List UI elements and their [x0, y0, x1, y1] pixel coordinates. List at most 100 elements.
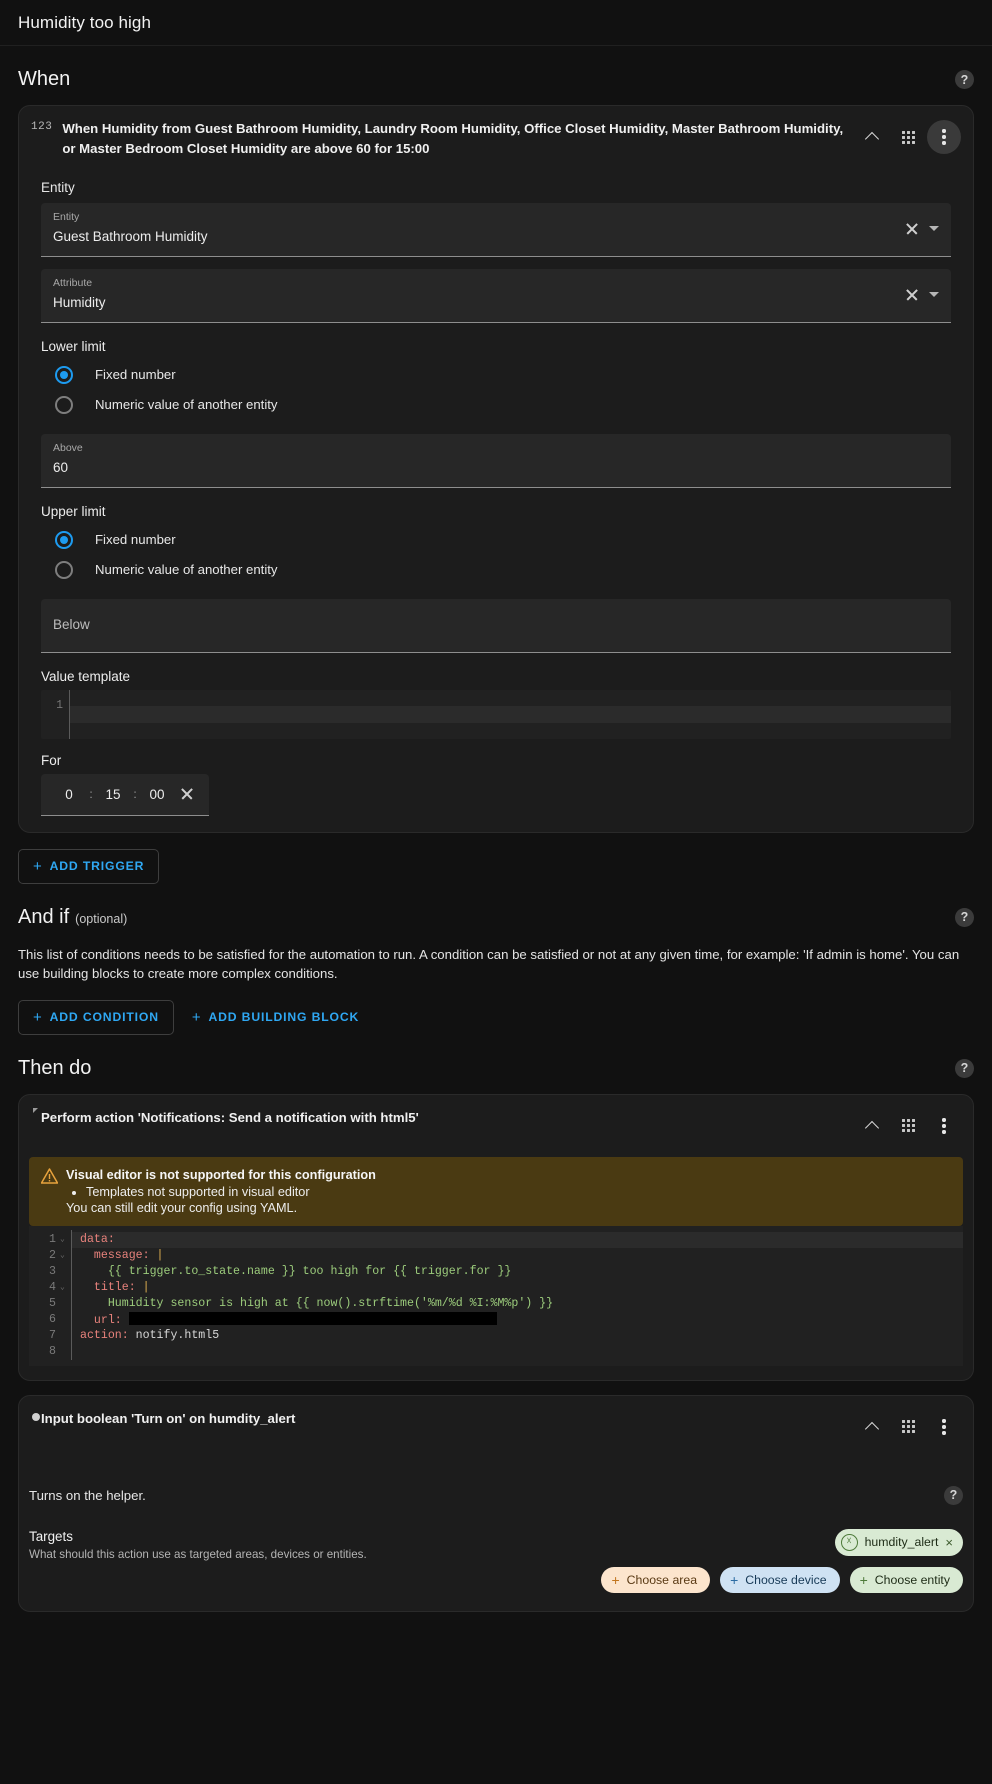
yaml-token: | — [156, 1248, 164, 1262]
for-hours[interactable]: 0 — [54, 787, 84, 802]
targets-subtitle: What should this action use as targeted … — [29, 1547, 367, 1561]
section-title-when: When — [18, 68, 71, 90]
choose-area-button[interactable]: + Choose area — [601, 1566, 711, 1593]
help-icon-andif[interactable]: ? — [955, 907, 974, 927]
action-notify-header: Perform action 'Notifications: Send a no… — [19, 1095, 973, 1153]
yaml-token: notify.html5 — [135, 1328, 220, 1342]
for-separator-1: : — [89, 787, 93, 802]
yaml-token: title: — [80, 1280, 143, 1294]
help-icon-helper[interactable]: ? — [944, 1485, 963, 1505]
add-trigger-button[interactable]: + ADD TRIGGER — [18, 848, 160, 884]
yaml-line-number: 1 ⌄ — [49, 1232, 66, 1248]
for-separator-2: : — [133, 787, 137, 802]
upper-limit-option-entity[interactable]: Numeric value of another entity — [31, 555, 961, 585]
conditions-button-row: + ADD CONDITION + ADD BUILDING BLOCK — [18, 999, 974, 1035]
plus-icon-add-condition: + — [33, 1008, 43, 1026]
entity-field[interactable]: Entity Guest Bathroom Humidity — [41, 202, 951, 257]
chevron-down-icon-attribute[interactable] — [929, 292, 939, 298]
choose-device-button[interactable]: + Choose device — [720, 1566, 840, 1593]
yaml-token: | — [142, 1280, 150, 1294]
upper-limit-option-fixed[interactable]: Fixed number — [31, 525, 961, 555]
yaml-line: {{ trigger.to_state.name }} too high for… — [80, 1264, 963, 1280]
for-minutes[interactable]: 15 — [98, 787, 128, 802]
section-title-andif-text: And if — [18, 905, 70, 928]
yaml-line: Humidity sensor is high at {{ now().strf… — [80, 1296, 963, 1312]
section-title-thendo: Then do — [18, 1056, 92, 1079]
target-chip-entity[interactable]: ☓ humdity_alert × — [834, 1528, 963, 1556]
attribute-field-value: Humidity — [53, 295, 106, 311]
clear-entity-icon[interactable] — [903, 220, 921, 238]
lower-limit-option-entity-label: Numeric value of another entity — [95, 397, 278, 413]
yaml-line-number: 3 — [49, 1264, 56, 1278]
collapse-action-notify-button[interactable] — [855, 1109, 889, 1143]
drag-handle-trigger[interactable] — [891, 120, 925, 154]
section-header-thendo: Then do ? — [18, 1035, 974, 1094]
visual-editor-warning: Visual editor is not supported for this … — [29, 1156, 963, 1226]
choose-entity-button[interactable]: + Choose entity — [849, 1566, 963, 1593]
value-template-code-area[interactable] — [69, 689, 951, 739]
lower-limit-option-entity[interactable]: Numeric value of another entity — [31, 390, 961, 420]
trigger-overflow-menu-button[interactable] — [927, 120, 961, 154]
for-seconds[interactable]: 00 — [142, 787, 172, 802]
trigger-card-actions — [855, 120, 961, 154]
action-notify-overflow-menu-button[interactable] — [927, 1109, 961, 1143]
fold-chevron-icon[interactable]: ⌄ — [60, 1248, 66, 1264]
drag-handle-action-notify[interactable] — [891, 1109, 925, 1143]
add-trigger-label: ADD TRIGGER — [49, 859, 145, 874]
targets-title: Targets — [29, 1528, 73, 1544]
chevron-down-icon-entity[interactable] — [929, 226, 939, 232]
section-header-when: When ? — [18, 46, 974, 105]
radio-icon-lower-entity — [55, 395, 73, 414]
fold-chevron-icon[interactable]: ⌄ — [60, 1232, 66, 1248]
action-helper-actions — [855, 1410, 961, 1444]
kebab-menu-icon — [942, 129, 946, 145]
yaml-line-number: 2 ⌄ — [49, 1248, 66, 1264]
yaml-line-number: 7 — [49, 1328, 56, 1342]
plus-icon-choose-area: + — [611, 1571, 620, 1588]
entity-field-value: Guest Bathroom Humidity — [53, 229, 208, 245]
action-helper-overflow-menu-button[interactable] — [927, 1410, 961, 1444]
field-spacer — [31, 257, 961, 269]
yaml-line-numbers: 1 ⌄ 2 ⌄ 3 4 ⌄ 5 6 7 8 — [29, 1230, 71, 1360]
app-topbar: Humidity too high — [0, 0, 992, 46]
clear-attribute-icon[interactable] — [903, 286, 921, 304]
yaml-line: data: — [72, 1231, 963, 1248]
warning-footer: You can still edit your config using YAM… — [66, 1200, 298, 1215]
trigger-card-body: Entity Entity Guest Bathroom Humidity At… — [19, 180, 973, 832]
fold-chevron-icon[interactable]: ⌄ — [60, 1280, 66, 1296]
chevron-up-icon-helper — [864, 1421, 880, 1437]
add-condition-button[interactable]: + ADD CONDITION — [18, 999, 174, 1035]
drag-handle-action-helper[interactable] — [891, 1410, 925, 1444]
add-building-block-button[interactable]: + ADD BUILDING BLOCK — [182, 1001, 369, 1034]
page-title: Humidity too high — [18, 12, 152, 32]
above-field-caption: Above — [53, 442, 83, 455]
yaml-line-number: 8 — [49, 1344, 56, 1358]
above-field[interactable]: Above 60 — [41, 433, 951, 488]
collapse-action-helper-button[interactable] — [855, 1410, 889, 1444]
help-icon-when[interactable]: ? — [955, 70, 974, 89]
add-building-block-label: ADD BUILDING BLOCK — [208, 1010, 360, 1025]
section-title-andif: And if (optional) — [18, 906, 127, 929]
page-content: When ? 123 When Humidity from Guest Bath… — [0, 46, 992, 1636]
plus-icon-choose-device: + — [730, 1571, 739, 1588]
above-field-value: 60 — [53, 460, 69, 476]
trigger-card-header: 123 When Humidity from Guest Bathroom Hu… — [19, 106, 973, 170]
entity-chip-icon: ☓ — [840, 1533, 858, 1551]
yaml-token: data: — [80, 1232, 115, 1246]
below-field[interactable]: Below — [41, 598, 951, 653]
help-icon-thendo[interactable]: ? — [955, 1058, 974, 1078]
yaml-code-content[interactable]: data: message: | {{ trigger.to_state.nam… — [71, 1229, 963, 1360]
redacted-url-value — [128, 1311, 497, 1325]
warning-bullet-list: Templates not supported in visual editor — [66, 1185, 951, 1199]
lower-limit-option-fixed[interactable]: Fixed number — [31, 360, 961, 390]
yaml-line: action: notify.html5 — [80, 1328, 963, 1344]
value-template-editor[interactable]: 1 — [41, 689, 951, 739]
for-duration-input[interactable]: 0 : 15 : 00 — [41, 773, 209, 816]
clear-for-icon[interactable] — [178, 785, 196, 803]
collapse-trigger-button[interactable] — [855, 120, 889, 154]
remove-target-chip-icon[interactable]: × — [945, 1536, 953, 1549]
yaml-editor[interactable]: 1 ⌄ 2 ⌄ 3 4 ⌄ 5 6 7 8 data: message: | {{ trigger.… — [29, 1225, 963, 1366]
below-field-label: Below — [53, 617, 90, 633]
attribute-field[interactable]: Attribute Humidity — [41, 268, 951, 323]
trigger-card: 123 When Humidity from Guest Bathroom Hu… — [18, 105, 974, 833]
